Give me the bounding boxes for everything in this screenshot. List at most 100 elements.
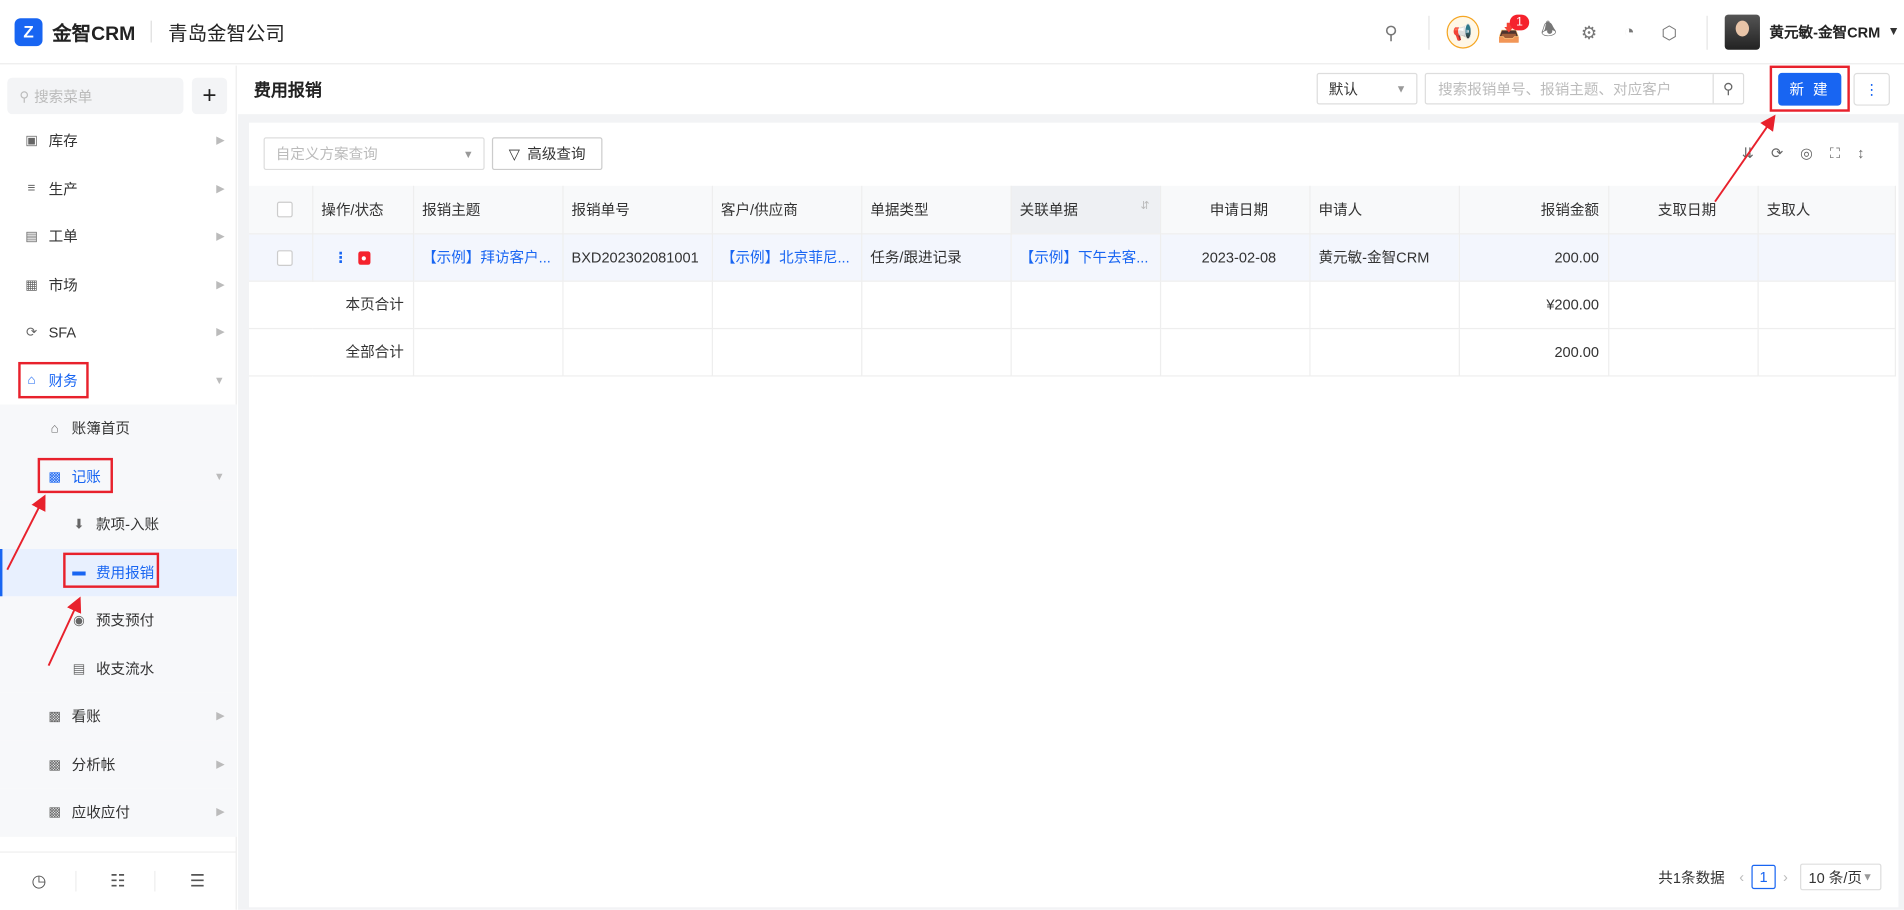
empty-cell — [1309, 327, 1460, 376]
settings-icon[interactable]: ◎ — [1800, 145, 1813, 163]
sidebar-item-production[interactable]: ≡ 生产 ▶ — [0, 165, 237, 213]
sidebar-item-label: 看账 — [71, 708, 101, 726]
sidebar-item-label: 生产 — [48, 180, 78, 198]
cell-applicant: 黄元敏-金智CRM — [1309, 233, 1460, 282]
collapse-menu-icon[interactable]: ☰ — [161, 871, 234, 892]
column-header[interactable]: 报销单号 — [562, 185, 713, 234]
folder-icon: ▩ — [48, 709, 61, 725]
column-header[interactable]: 单据类型 — [861, 185, 1012, 234]
next-page-icon[interactable]: › — [1783, 868, 1788, 885]
top-bar: Z 金智CRM 青岛金智公司 ⚲ 📢 📥 1 🕭 ⚙ ◔ ⬡ 黄元敏-金智CRM … — [0, 0, 1904, 65]
sidebar-item-ledger-home[interactable]: ⌂ 账簿首页 — [0, 404, 237, 453]
select-all-checkbox[interactable] — [276, 202, 293, 218]
sort-icon[interactable]: ⇵ — [1140, 199, 1149, 212]
chevron-down-icon: ▼ — [213, 470, 225, 483]
cell-number: BXD202302081001 — [562, 233, 713, 282]
list-panel: 自定义方案查询 ▼ ▽ 高级查询 ⇊ ⟳ ◎ ⛶ ↕ 操作/状态 报销主题 报销单号… — [248, 122, 1899, 908]
sidebar-item-prepayment[interactable]: ◉ 预支预付 — [0, 596, 237, 645]
page-number[interactable]: 1 — [1751, 864, 1776, 890]
page-total-row: 本页合计 ¥200.00 — [248, 280, 1896, 329]
market-icon: ▦ — [25, 277, 38, 293]
column-header[interactable]: 报销主题 — [412, 185, 563, 234]
download-icon: ⬇ — [73, 517, 85, 533]
page-title: 费用报销 — [253, 80, 322, 100]
page-size-value: 10 条/页 — [1808, 869, 1863, 887]
gear-icon[interactable]: ⚙ — [1569, 12, 1609, 52]
cell-subject[interactable]: 【示例】拜访客户... — [412, 233, 563, 282]
more-options-icon[interactable]: ⋮ — [1853, 72, 1890, 106]
annotation-box-expense — [63, 552, 160, 588]
pie-chart-icon[interactable]: ◔ — [1609, 12, 1649, 52]
page-size-select[interactable]: 10 条/页 ▼ — [1800, 863, 1882, 891]
annotation-box-finance — [18, 361, 89, 399]
row-checkbox[interactable] — [276, 249, 293, 266]
all-total-row: 全部合计 200.00 — [248, 327, 1896, 376]
history-icon[interactable]: ◷ — [3, 870, 76, 892]
sidebar-item-inventory[interactable]: ▣ 库存 ▶ — [0, 117, 237, 165]
column-header[interactable]: 支取人 — [1757, 185, 1896, 234]
cell-related[interactable]: 【示例】下午去客... — [1010, 233, 1161, 282]
topbar-actions: ⚲ 📢 📥 1 🕭 ⚙ ◔ ⬡ 黄元敏-金智CRM ▼ — [1371, 0, 1904, 64]
search-icon[interactable]: ⚲ — [1712, 74, 1743, 104]
company-name[interactable]: 青岛金智公司 — [168, 17, 285, 46]
cube-icon[interactable]: ⬡ — [1649, 12, 1689, 52]
sidebar-item-receipts[interactable]: ⬇ 款项-入账 — [0, 500, 237, 549]
sidebar-item-receivable-payable[interactable]: ▩ 应收应付 ▶ — [0, 788, 237, 837]
sliders-icon[interactable]: ☷ — [82, 870, 155, 892]
advanced-query-button[interactable]: ▽ 高级查询 — [491, 137, 603, 171]
view-select[interactable]: 默认 ▼ — [1316, 72, 1418, 105]
building-icon: ▣ — [25, 133, 38, 149]
filter-icon: ▽ — [508, 145, 520, 163]
row-menu-icon[interactable]: ⋮ — [333, 248, 348, 265]
menu-search-input[interactable]: ⚲ 搜索菜单 — [7, 77, 184, 115]
logo[interactable]: Z 金智CRM — [14, 17, 136, 46]
chevron-right-icon: ▶ — [216, 757, 225, 770]
chevron-down-icon[interactable]: ▼ — [1888, 26, 1900, 39]
logo-icon: Z — [14, 17, 43, 46]
column-header[interactable]: 支取日期 — [1608, 185, 1759, 234]
sidebar-item-workorder[interactable]: ▤ 工单 ▶ — [0, 213, 237, 261]
sidebar-item-label: 款项-入账 — [95, 516, 160, 534]
column-header[interactable]: 操作/状态 — [312, 185, 414, 234]
inbox-icon[interactable]: 📥 1 — [1489, 12, 1529, 52]
bell-icon[interactable]: 🕭 — [1529, 12, 1569, 52]
sidebar-item-cashflow[interactable]: ▤ 收支流水 — [0, 644, 237, 693]
sidebar: ⚲ 搜索菜单 + ▣ 库存 ▶ ≡ 生产 ▶ ▤ 工单 ▶ ▦ 市场 ▶ ⟳ SFA ▶ ⌂ 财务 ▼ … — [0, 65, 237, 910]
avatar[interactable] — [1724, 14, 1760, 50]
announcement-icon[interactable]: 📢 — [1446, 15, 1480, 49]
empty-cell — [861, 280, 1012, 329]
expense-table: 操作/状态 报销主题 报销单号 客户/供应商 单据类型 关联单据 ⇵ 申请日期 申… — [248, 185, 1896, 376]
sidebar-item-sfa[interactable]: ⟳ SFA ▶ — [0, 309, 237, 357]
production-icon: ≡ — [27, 181, 36, 196]
search-icon[interactable]: ⚲ — [1371, 12, 1411, 52]
row-height-icon[interactable]: ↕ — [1857, 145, 1864, 163]
refresh-icon[interactable]: ⟳ — [1771, 145, 1783, 163]
cell-customer[interactable]: 【示例】北京菲尼... — [711, 233, 862, 282]
cell-date: 2023-02-08 — [1159, 233, 1310, 282]
annotation-box-new — [1769, 65, 1850, 112]
sidebar-footer: ◷ ☷ ☰ — [0, 851, 237, 909]
column-header[interactable]: 申请人 — [1309, 185, 1460, 234]
empty-cell — [711, 280, 862, 329]
column-header[interactable]: 报销金额 — [1458, 185, 1609, 234]
column-header-sortable[interactable]: 关联单据 ⇵ — [1010, 185, 1161, 234]
column-header[interactable]: 客户/供应商 — [711, 185, 862, 234]
folder-icon: ▩ — [48, 805, 61, 821]
prev-page-icon[interactable]: ‹ — [1739, 868, 1744, 885]
scheme-select[interactable]: 自定义方案查询 ▼ — [263, 137, 485, 171]
sidebar-item-view-accounts[interactable]: ▩ 看账 ▶ — [0, 692, 237, 741]
sidebar-item-analysis[interactable]: ▩ 分析帐 ▶ — [0, 740, 237, 789]
chevron-right-icon: ▶ — [216, 709, 225, 722]
sidebar-item-market[interactable]: ▦ 市场 ▶ — [0, 261, 237, 309]
double-chevron-down-icon[interactable]: ⇊ — [1742, 145, 1754, 163]
advanced-query-label: 高级查询 — [527, 145, 586, 163]
search-input[interactable]: 搜索报销单号、报销主题、对应客户 ⚲ — [1424, 72, 1745, 105]
add-menu-button[interactable]: + — [191, 77, 228, 115]
sidebar-item-bookkeeping[interactable]: ▩ 记账 ▼ — [0, 452, 237, 501]
column-header[interactable]: 申请日期 — [1159, 185, 1310, 234]
table-row[interactable]: ⋮ ● 【示例】拜访客户... BXD202302081001 【示例】北京菲尼.… — [248, 233, 1896, 282]
fullscreen-icon[interactable]: ⛶ — [1830, 145, 1840, 163]
sidebar-menu: ▣ 库存 ▶ ≡ 生产 ▶ ▤ 工单 ▶ ▦ 市场 ▶ ⟳ SFA ▶ ⌂ 财务 ▼ ⌂ 账簿首页 ▩ 记账… — [0, 117, 237, 837]
username[interactable]: 黄元敏-金智CRM — [1769, 22, 1880, 43]
chevron-right-icon: ▶ — [216, 325, 225, 338]
